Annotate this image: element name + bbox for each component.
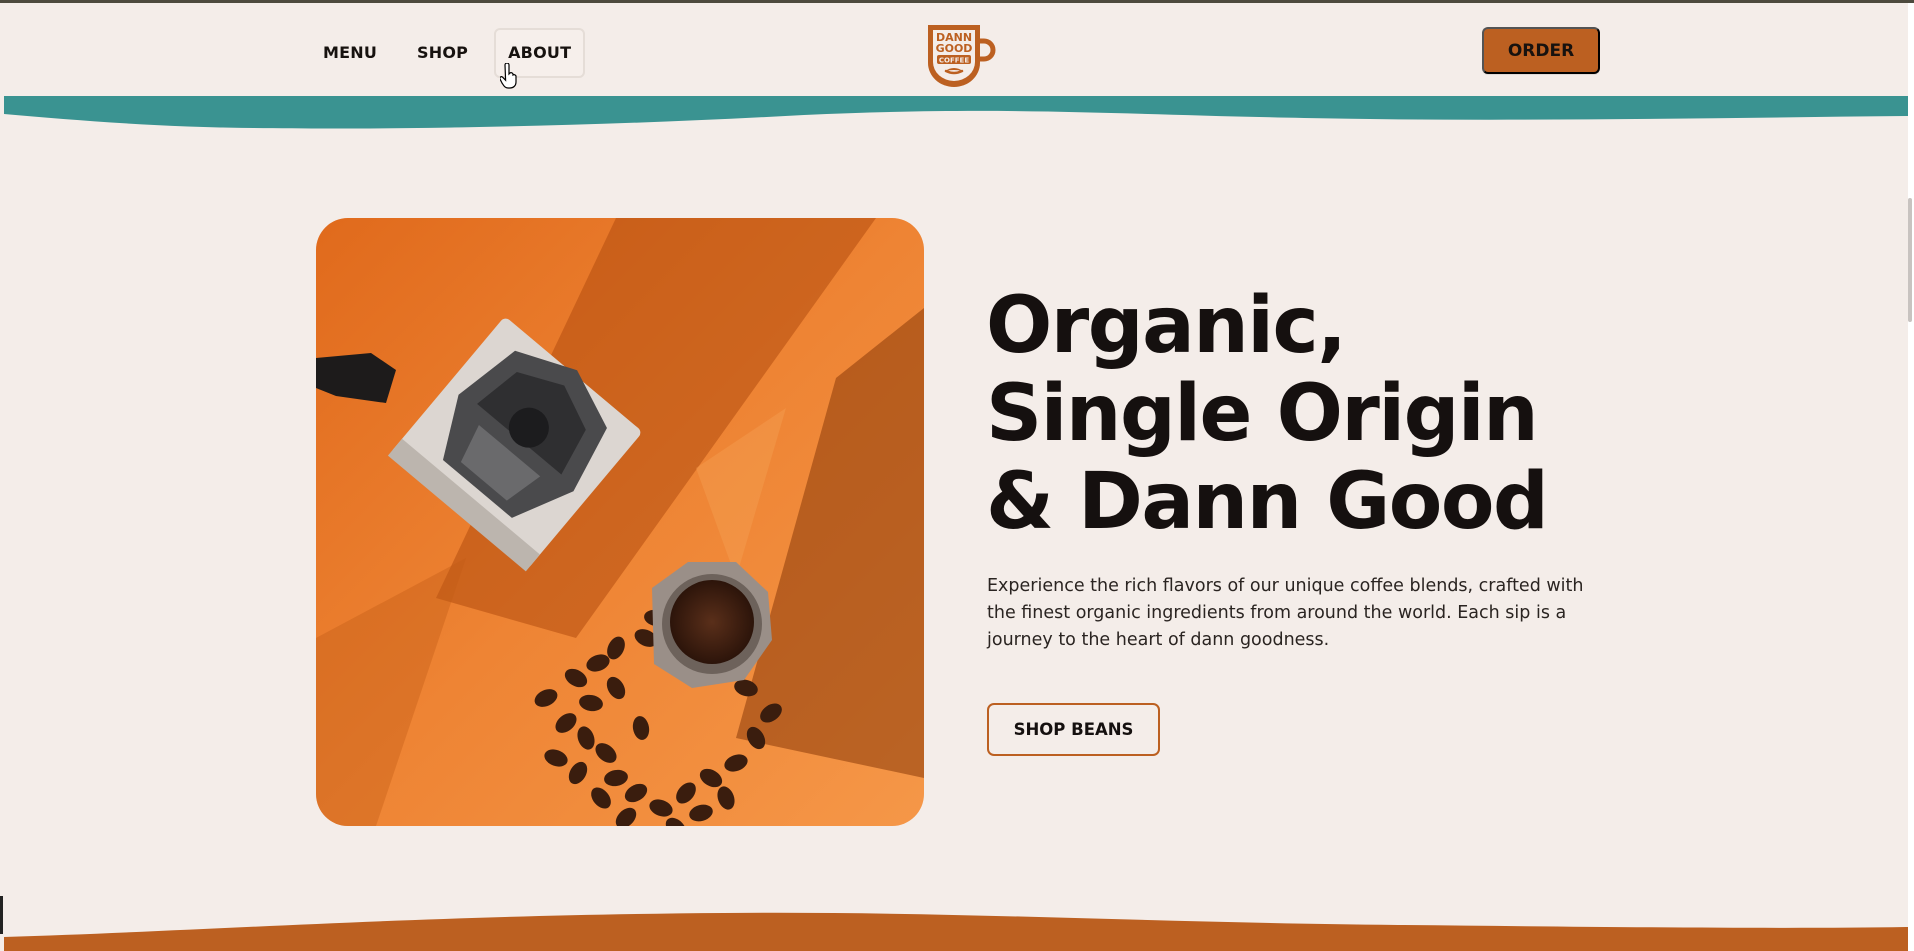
shop-beans-button[interactable]: SHOP BEANS <box>987 703 1160 756</box>
hero-title: Organic, Single Origin & Dann Good <box>986 282 1626 546</box>
scrollbar-track[interactable] <box>1908 3 1914 951</box>
nav-menu-link[interactable]: MENU <box>309 28 391 78</box>
coffee-beans-moka-pot-image <box>316 218 924 826</box>
hero-title-line-3: & Dann Good <box>986 457 1549 547</box>
orange-wave-divider <box>4 912 1908 951</box>
hand-pointer-icon <box>500 63 517 89</box>
window-edge-mark <box>0 896 3 934</box>
teal-wave-divider <box>4 96 1908 129</box>
scrollbar-thumb[interactable] <box>1908 198 1912 322</box>
hero-description: Experience the rich flavors of our uniqu… <box>987 576 1584 650</box>
hero-title-line-1: Organic, <box>986 281 1347 371</box>
logo-text-good: GOOD <box>936 42 973 55</box>
hero-coffee-photo <box>316 218 924 826</box>
site-header: MENU SHOP ABOUT DANN GOOD COFFEE ORDER <box>4 3 1908 98</box>
nav-shop-link[interactable]: SHOP <box>403 28 482 78</box>
logo-text-coffee: COFFEE <box>939 57 969 65</box>
order-button[interactable]: ORDER <box>1482 27 1600 74</box>
hero-title-line-2: Single Origin <box>986 369 1539 459</box>
main-nav: MENU SHOP ABOUT <box>309 28 586 78</box>
coffee-mug-logo-icon[interactable]: DANN GOOD COFFEE <box>924 19 996 89</box>
